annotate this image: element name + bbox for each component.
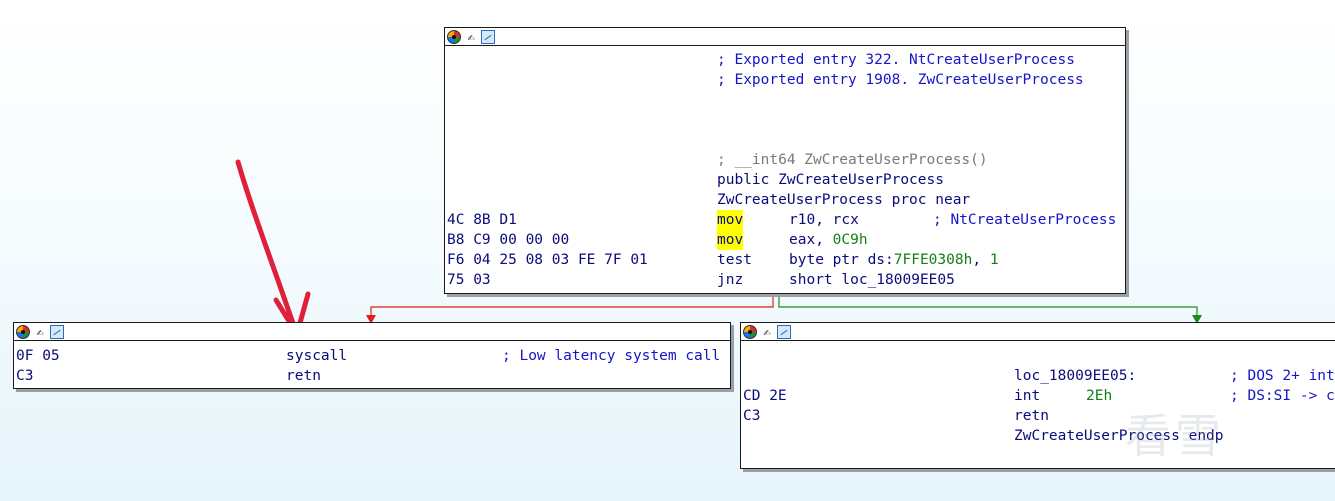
block-header: ✍ [445, 28, 1125, 46]
function-declaration: ; __int64 ZwCreateUserProcess() [717, 152, 988, 168]
jump-target[interactable]: short loc_18009EE05 [789, 270, 955, 290]
export-comment-1: ; Exported entry 322. NtCreateUserProces… [717, 52, 1075, 68]
rename-pencil-icon[interactable]: ✍ [760, 325, 774, 339]
instruction-bytes: 4C 8B D1 [447, 212, 517, 228]
instruction-mnemonic[interactable]: mov [717, 230, 744, 250]
top-code-block[interactable]: ✍ ; Exported entry 322. NtCreateUserProc… [444, 27, 1126, 294]
graph-view-icon[interactable] [481, 29, 495, 44]
edge-true-branch [778, 293, 1198, 318]
graph-view-icon[interactable] [50, 324, 64, 339]
color-palette-icon[interactable] [447, 29, 461, 44]
instruction-mnemonic[interactable]: mov [717, 210, 744, 230]
block-header: ✍ [741, 323, 1335, 341]
instruction-mnemonic[interactable]: jnz [717, 270, 743, 290]
annotation-arrow [235, 159, 299, 335]
proc-directive[interactable]: ZwCreateUserProcess proc near [717, 190, 970, 210]
instruction-comment: ; DS:SI -> c [1230, 388, 1335, 404]
instruction-comment: ; NtCreateUserProcess [933, 212, 1117, 228]
operand-separator: , [972, 252, 990, 268]
export-comment-2: ; Exported entry 1908. ZwCreateUserProce… [717, 72, 1084, 88]
rename-pencil-icon[interactable]: ✍ [464, 30, 478, 44]
block-header: ✍ [14, 323, 730, 341]
color-palette-icon[interactable] [743, 324, 757, 339]
label-comment: ; DOS 2+ int [1230, 368, 1335, 384]
operand-address: 7FFE0308h [893, 252, 973, 268]
watermark-logo: 看雪 [1125, 409, 1225, 463]
instruction-bytes: CD 2E [743, 388, 787, 404]
operand-register: eax, [789, 232, 833, 248]
right-code-block[interactable]: ✍ loc_18009EE05: ; DOS 2+ int CD 2E int … [740, 322, 1335, 469]
operand-immediate: 1 [989, 252, 999, 268]
instruction-bytes: 0F 05 [16, 348, 60, 364]
instruction-mnemonic[interactable]: syscall [286, 346, 347, 366]
instruction-operands[interactable]: r10, rcx [789, 210, 859, 230]
instruction-operands[interactable]: eax, 0C9h [789, 230, 868, 250]
instruction-bytes: 75 03 [447, 272, 491, 288]
instruction-mnemonic[interactable]: retn [1014, 406, 1049, 426]
left-code-block[interactable]: ✍ 0F 05 syscall ; Low latency system cal… [13, 322, 731, 389]
instruction-mnemonic[interactable]: int [1014, 386, 1040, 406]
instruction-bytes: F6 04 25 08 03 FE 7F 01 [447, 252, 648, 268]
operand-immediate: 2Eh [1086, 388, 1113, 404]
instruction-mnemonic[interactable]: retn [286, 366, 321, 386]
location-label[interactable]: loc_18009EE05: [1014, 366, 1136, 386]
operand-immediate: 0C9h [832, 232, 868, 248]
instruction-comment: ; Low latency system call [502, 348, 721, 364]
operand-memory: byte ptr ds: [789, 252, 894, 268]
color-palette-icon[interactable] [16, 324, 30, 339]
rename-pencil-icon[interactable]: ✍ [33, 325, 47, 339]
edge-false-branch [370, 293, 774, 318]
instruction-bytes: C3 [16, 368, 34, 384]
public-directive[interactable]: public ZwCreateUserProcess [717, 170, 944, 190]
instruction-bytes: C3 [743, 408, 761, 424]
instruction-mnemonic[interactable]: test [717, 250, 752, 270]
graph-view-icon[interactable] [777, 324, 791, 339]
instruction-bytes: B8 C9 00 00 00 [447, 232, 570, 248]
instruction-operands[interactable]: byte ptr ds:7FFE0308h, 1 [789, 250, 999, 270]
